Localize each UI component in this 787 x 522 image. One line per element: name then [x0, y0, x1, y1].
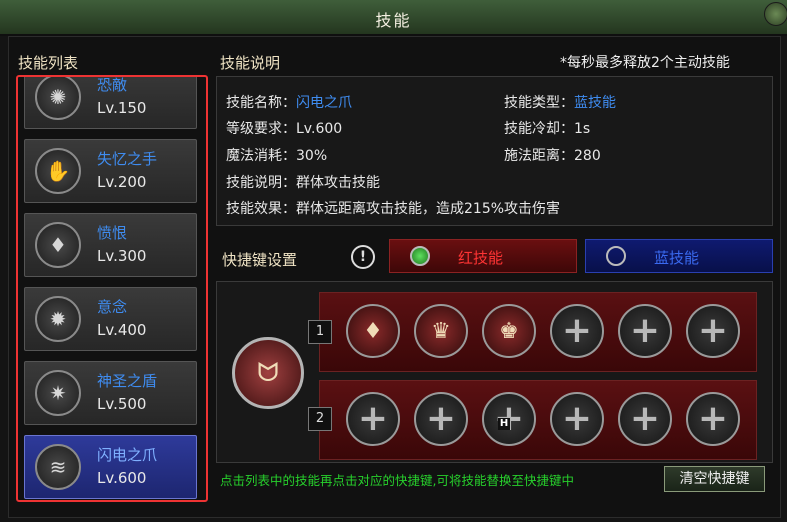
skill-name: 神圣之盾 — [97, 372, 158, 390]
empty-slot-plus-icon[interactable]: + — [346, 392, 400, 446]
skill-card-shiyi[interactable]: ✋ 失忆之手 Lv.200 — [24, 139, 197, 203]
empty-slot-plus-icon[interactable]: + — [414, 392, 468, 446]
cursor-marker: H — [498, 418, 510, 430]
level-req-value: Lv.600 — [296, 121, 343, 137]
skill-card-shandian[interactable]: ≋ 闪电之爪 Lv.600 — [24, 435, 197, 499]
skill-card-kongdi[interactable]: ✺ 恐敵 Lv.150 — [24, 76, 197, 129]
label: 施法距离： — [504, 148, 574, 164]
mp-cost-value: 30% — [296, 148, 328, 164]
skill-name: 意念 — [97, 298, 128, 316]
selected-skill-claw-icon[interactable]: ᗢ — [232, 337, 304, 409]
skill-name: 愤恨 — [97, 224, 128, 242]
cast-limit-note: *每秒最多释放2个主动技能 — [560, 55, 730, 71]
level-req-row: 等级要求：Lv.600 — [226, 118, 342, 138]
cooldown-row: 技能冷却：1s — [504, 118, 590, 138]
skill-list-heading: 技能列表 — [18, 54, 79, 72]
close-icon[interactable] — [764, 2, 787, 26]
cast-range-value: 280 — [574, 148, 601, 164]
label: 技能冷却： — [504, 121, 574, 137]
tab-label: 红技能 — [458, 249, 504, 267]
empty-slot-plus-icon[interactable]: + — [686, 304, 740, 358]
skill-type-value: 蓝技能 — [574, 95, 616, 111]
radio-off-icon — [606, 246, 626, 266]
effect-row: 技能效果：群体远距离攻击技能，造成215%攻击伤害 — [226, 198, 560, 218]
skill-name-value: 闪电之爪 — [296, 95, 352, 111]
tab-blue-skills[interactable]: 蓝技能 — [585, 239, 773, 273]
warning-icon[interactable]: ! — [351, 245, 375, 269]
radio-on-icon — [410, 246, 430, 266]
label: 魔法消耗： — [226, 148, 296, 164]
mp-cost-row: 魔法消耗：30% — [226, 145, 327, 165]
empty-slot-plus-icon[interactable]: + — [550, 392, 604, 446]
skill-name-row: 技能名称：闪电之爪 — [226, 92, 352, 112]
skill-type-row: 技能类型：蓝技能 — [504, 92, 616, 112]
skill-list: ✺ 恐敵 Lv.150 ✋ 失忆之手 Lv.200 ♦ 愤恨 Lv.300 ✹ … — [16, 75, 208, 502]
lightning-claw-icon: ≋ — [35, 444, 81, 490]
label: 技能类型： — [504, 95, 574, 111]
label: 等级要求： — [226, 121, 296, 137]
skill-level: Lv.200 — [97, 173, 147, 191]
sun-burst-icon: ✺ — [35, 77, 81, 120]
mind-orb-icon: ✹ — [35, 296, 81, 342]
empty-slot-plus-icon[interactable]: + — [550, 304, 604, 358]
detail-heading: 技能说明 — [220, 54, 281, 72]
skill-name: 失忆之手 — [97, 150, 158, 168]
row-number-1: 1 — [308, 320, 332, 344]
skill-card-yinian[interactable]: ✹ 意念 Lv.400 — [24, 287, 197, 351]
skill-level: Lv.400 — [97, 321, 147, 339]
skill-name: 恐敵 — [97, 76, 128, 94]
winged-hand-icon[interactable]: ♛ — [414, 304, 468, 358]
label: 技能说明： — [226, 175, 296, 191]
tab-red-skills[interactable]: 红技能 — [389, 239, 577, 273]
empty-slot-plus-icon[interactable]: + — [686, 392, 740, 446]
tab-label: 蓝技能 — [654, 249, 700, 267]
claw-icon[interactable]: ♚ — [482, 304, 536, 358]
cast-range-row: 施法距离：280 — [504, 145, 601, 165]
shortcut-heading: 快捷键设置 — [222, 251, 298, 269]
skill-level: Lv.500 — [97, 395, 147, 413]
row-number-2: 2 — [308, 407, 332, 431]
shortcut-row-2: + + + + + + — [319, 380, 757, 460]
skill-level: Lv.600 — [97, 469, 147, 487]
empty-slot-plus-icon[interactable]: + — [618, 392, 672, 446]
empty-slot-plus-icon[interactable]: + — [618, 304, 672, 358]
shortcut-row-1: ♦ ♛ ♚ + + + — [319, 292, 757, 372]
window-title: 技能 — [375, 11, 412, 30]
shortcut-hint: 点击列表中的技能再点击对应的快捷键,可将技能替换至快捷键中 — [220, 473, 574, 488]
label: 技能效果： — [226, 201, 296, 217]
description-row: 技能说明：群体攻击技能 — [226, 172, 380, 192]
crystal-flame-icon: ♦ — [35, 222, 81, 268]
crystal-flame-icon[interactable]: ♦ — [346, 304, 400, 358]
label: 技能名称： — [226, 95, 296, 111]
effect-value: 群体远距离攻击技能，造成215%攻击伤害 — [296, 201, 561, 217]
winged-hand-icon: ✋ — [35, 148, 81, 194]
skill-name: 闪电之爪 — [97, 446, 158, 464]
holy-star-icon: ✷ — [35, 370, 81, 416]
skill-level: Lv.300 — [97, 247, 147, 265]
description-value: 群体攻击技能 — [296, 175, 380, 191]
skill-level: Lv.150 — [97, 99, 147, 117]
clear-shortcuts-button[interactable]: 清空快捷键 — [664, 466, 765, 492]
skill-card-fenhen[interactable]: ♦ 愤恨 Lv.300 — [24, 213, 197, 277]
skill-card-shendun[interactable]: ✷ 神圣之盾 Lv.500 — [24, 361, 197, 425]
cooldown-value: 1s — [574, 121, 591, 137]
